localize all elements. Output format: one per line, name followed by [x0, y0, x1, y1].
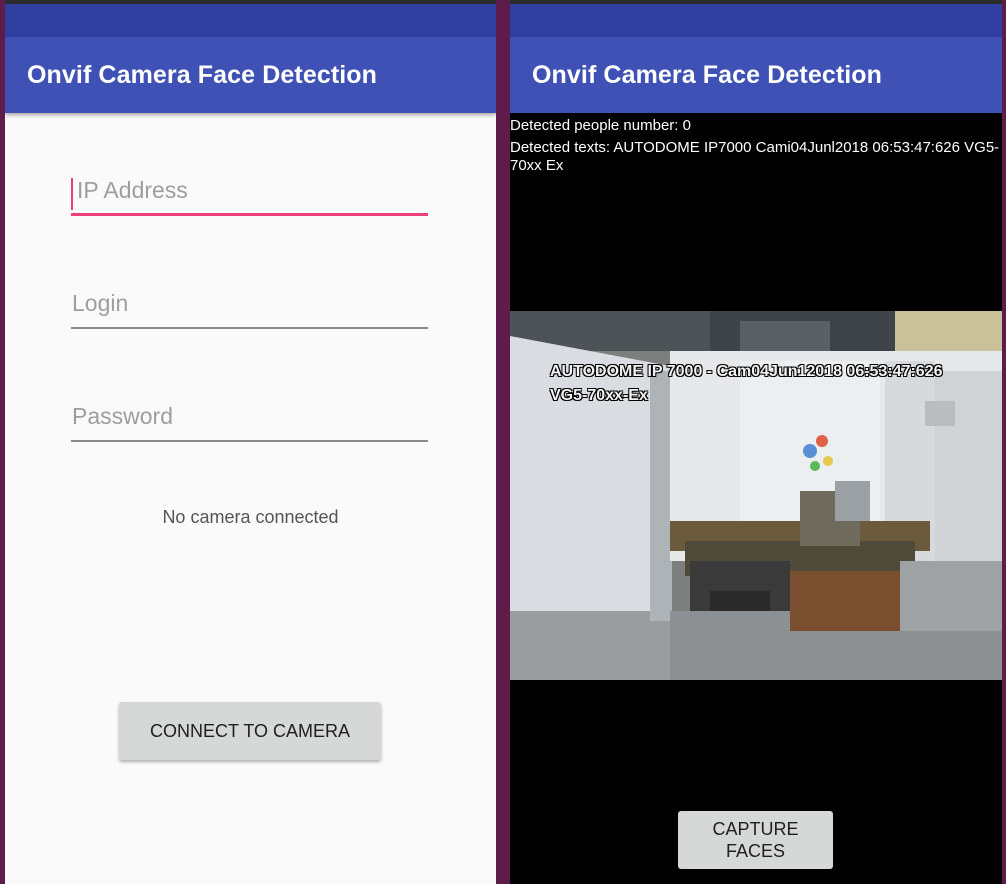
camera-video-feed: AUTODOME IP 7000 - Cam04Jun12018 06:53:4…	[510, 311, 1002, 680]
capture-faces-label: CAPTURE FACES	[712, 819, 799, 861]
app-title: Onvif Camera Face Detection	[532, 61, 883, 89]
left-screen: Onvif Camera Face Detection IP Address L…	[5, 0, 496, 884]
status-bar	[510, 4, 1002, 37]
login-underline	[71, 327, 428, 329]
connect-to-camera-button[interactable]: CONNECT TO CAMERA	[119, 702, 381, 760]
video-overlay-line2: VG5-70xx-Ex	[550, 387, 648, 404]
ip-address-placeholder: IP Address	[77, 177, 188, 203]
app-title: Onvif Camera Face Detection	[27, 61, 378, 89]
login-field[interactable]: Login	[71, 279, 428, 329]
app-bar: Onvif Camera Face Detection	[5, 37, 496, 113]
password-placeholder: Password	[72, 403, 173, 429]
ip-address-field[interactable]: IP Address	[71, 166, 428, 216]
connection-status-text: No camera connected	[162, 507, 339, 527]
status-bar	[5, 4, 496, 37]
text-cursor	[71, 178, 73, 210]
login-placeholder: Login	[72, 290, 129, 316]
video-overlay-line1: AUTODOME IP 7000 - Cam04Jun12018 06:53:4…	[550, 363, 943, 380]
capture-faces-button[interactable]: CAPTURE FACES	[678, 811, 833, 869]
password-underline	[71, 440, 428, 442]
app-bar: Onvif Camera Face Detection	[510, 37, 1002, 113]
detected-texts: Detected texts: AUTODOME IP7000 Cami04Ju…	[510, 139, 1000, 174]
ip-address-underline	[71, 213, 428, 216]
password-field[interactable]: Password	[71, 392, 428, 442]
right-screen: Onvif Camera Face Detection Detected peo…	[510, 0, 1002, 884]
detected-people-count: Detected people number: 0	[510, 117, 691, 134]
